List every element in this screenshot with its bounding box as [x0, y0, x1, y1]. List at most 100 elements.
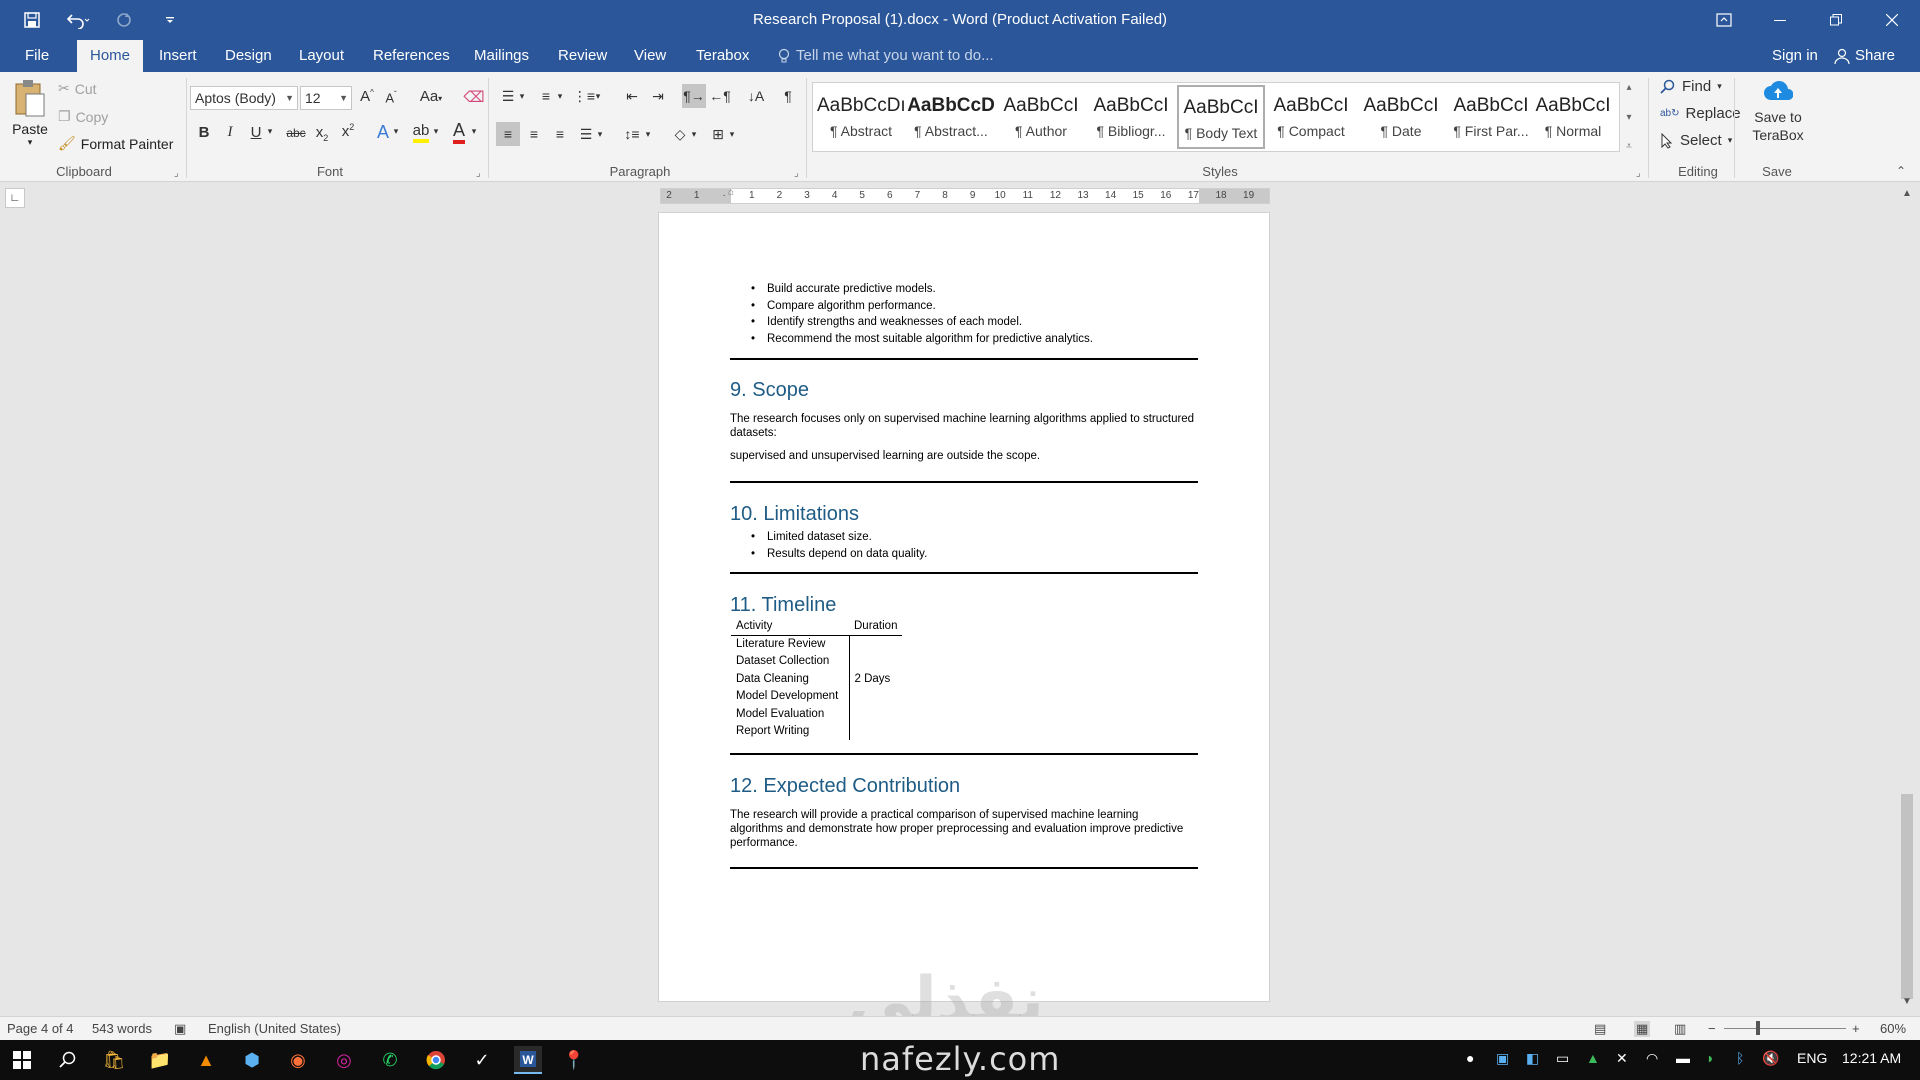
file-explorer-icon[interactable]: 📁 — [146, 1046, 174, 1074]
volume-muted-icon[interactable]: 🔇 — [1762, 1050, 1779, 1067]
windows-start-icon[interactable] — [8, 1046, 36, 1074]
print-layout-icon[interactable]: ▦ — [1634, 1021, 1651, 1037]
scroll-up-icon[interactable]: ▲ — [1902, 188, 1912, 199]
instagram-icon[interactable]: ◎ — [330, 1046, 358, 1074]
zoom-level[interactable]: 60% — [1880, 1021, 1906, 1036]
align-left-icon[interactable]: ≡ — [496, 122, 520, 146]
language-indicator[interactable]: English (United States) — [208, 1021, 341, 1036]
chevron-down-icon[interactable]: ▾ — [642, 122, 654, 146]
check-app-icon[interactable]: ✓ — [468, 1046, 496, 1074]
close-icon[interactable] — [1864, 0, 1920, 40]
paste-dropdown-icon[interactable]: ▾ — [8, 137, 52, 148]
grow-font-icon[interactable]: A^ — [356, 88, 378, 105]
tab-home[interactable]: Home — [77, 40, 144, 72]
indent-marker-icon[interactable]: ⌂ — [728, 187, 734, 198]
style-normal[interactable]: AaBbCcI ¶ Normal — [1529, 85, 1617, 149]
wifi-icon[interactable]: ◠ — [1646, 1050, 1658, 1067]
bluetooth-icon[interactable]: ᛒ — [1736, 1050, 1744, 1066]
more-styles-icon[interactable]: ⩡ — [1622, 141, 1636, 152]
strikethrough-icon[interactable]: abc — [283, 126, 309, 140]
format-painter-button[interactable]: 🖌 Format Painter — [58, 135, 173, 152]
ltr-direction-icon[interactable]: ¶→ — [682, 84, 706, 108]
store-icon[interactable]: 🛍 — [100, 1046, 128, 1074]
font-launcher-icon[interactable]: ⌟ — [476, 168, 481, 179]
word-icon[interactable]: W — [514, 1046, 542, 1074]
zoom-slider-thumb[interactable] — [1756, 1021, 1760, 1035]
document-page[interactable]: Build accurate predictive models. Compar… — [658, 212, 1270, 1002]
replace-button[interactable]: ab↻ Replace — [1660, 105, 1741, 122]
restore-icon[interactable] — [1808, 0, 1864, 40]
chevron-down-icon[interactable]: ▾ — [516, 84, 528, 108]
chevron-up-icon[interactable]: ▴ — [1622, 82, 1636, 93]
shrink-font-icon[interactable]: Aˇ — [380, 90, 402, 105]
tab-review[interactable]: Review — [545, 40, 620, 72]
tell-me-box[interactable]: Tell me what you want to do... — [778, 40, 994, 72]
styles-launcher-icon[interactable]: ⌟ — [1636, 168, 1641, 179]
align-right-icon[interactable]: ≡ — [548, 122, 572, 146]
style-bibliography[interactable]: AaBbCcI ¶ Bibliogr... — [1087, 85, 1175, 149]
page-count[interactable]: Page 4 of 4 — [7, 1021, 74, 1036]
chevron-down-icon[interactable]: ▾ — [468, 126, 480, 137]
clear-formatting-icon[interactable]: ⌫ — [463, 88, 485, 106]
chevron-down-icon[interactable]: ▾ — [430, 126, 442, 137]
tab-insert[interactable]: Insert — [146, 40, 210, 72]
superscript-icon[interactable]: x2 — [337, 122, 359, 140]
maps-pin-icon[interactable]: 📍 — [560, 1046, 588, 1074]
sign-in-link[interactable]: Sign in — [1772, 40, 1818, 72]
tray-app-icon[interactable]: ◧ — [1526, 1050, 1539, 1067]
minimize-icon[interactable] — [1752, 0, 1808, 40]
tab-file[interactable]: File — [12, 40, 62, 72]
highlight-icon[interactable]: ab — [410, 122, 432, 143]
word-count[interactable]: 543 words — [92, 1021, 152, 1036]
chevron-down-icon[interactable]: ▾ — [1717, 81, 1722, 92]
align-center-icon[interactable]: ≡ — [522, 122, 546, 146]
chevron-down-icon[interactable]: ▾ — [726, 122, 738, 146]
sort-icon[interactable]: ↓A — [744, 84, 768, 108]
vertical-scrollbar[interactable]: ▲ ▼ — [1898, 184, 1918, 1014]
web-layout-icon[interactable]: ▥ — [1674, 1021, 1686, 1037]
chevron-down-icon[interactable]: ▾ — [688, 122, 700, 146]
bold-icon[interactable]: B — [193, 124, 215, 141]
font-size-box[interactable]: 12 ▼ — [300, 86, 352, 110]
battery-icon[interactable]: ▭ — [1556, 1050, 1569, 1067]
share-button[interactable]: Share — [1834, 40, 1895, 72]
proofing-icon[interactable]: ▣ — [174, 1021, 186, 1037]
nvidia-icon[interactable]: ◗ — [1706, 1050, 1714, 1066]
tab-design[interactable]: Design — [212, 40, 285, 72]
chevron-down-icon[interactable]: ▾ — [592, 84, 604, 108]
style-first-paragraph[interactable]: AaBbCcI ¶ First Par... — [1447, 85, 1535, 149]
style-compact[interactable]: AaBbCcI ¶ Compact — [1267, 85, 1355, 149]
display-icon[interactable]: ▬ — [1676, 1050, 1690, 1066]
chevron-down-icon[interactable]: ▼ — [285, 87, 294, 109]
rtl-direction-icon[interactable]: ←¶ — [708, 84, 732, 108]
tab-mailings[interactable]: Mailings — [461, 40, 542, 72]
chrome-icon[interactable] — [422, 1046, 450, 1074]
chevron-down-icon[interactable]: ▼ — [339, 87, 348, 109]
chevron-down-icon[interactable]: ▾ — [1622, 112, 1636, 123]
italic-icon[interactable]: I — [219, 124, 241, 141]
firefox-icon[interactable]: ◉ — [284, 1046, 312, 1074]
style-abstract[interactable]: AaBbCcDı ¶ Abstract — [817, 85, 905, 149]
zoom-slider[interactable] — [1724, 1028, 1846, 1029]
zoom-in-icon[interactable]: + — [1852, 1021, 1860, 1036]
cut-button[interactable]: ✂ Cut — [58, 80, 97, 97]
change-case-icon[interactable]: Aa▾ — [414, 88, 448, 105]
network-off-icon[interactable]: ✕ — [1616, 1050, 1628, 1067]
vlc-icon[interactable]: ▲ — [192, 1046, 220, 1074]
whatsapp-icon[interactable]: ✆ — [376, 1046, 404, 1074]
copy-button[interactable]: ❐ Copy — [58, 108, 108, 125]
clipboard-launcher-icon[interactable]: ⌟ — [174, 168, 179, 179]
horizontal-ruler[interactable]: 2 1 · 1 2 3 4 5 6 7 8 9 10 11 12 13 14 15 16 17 18 19 ⌂ — [660, 187, 1270, 204]
find-button[interactable]: Find ▾ — [1660, 78, 1722, 95]
select-button[interactable]: Select ▾ — [1660, 132, 1732, 149]
chevron-down-icon[interactable]: ▾ — [594, 122, 606, 146]
paste-button[interactable]: Paste ▾ — [8, 78, 52, 148]
tab-references[interactable]: References — [360, 40, 463, 72]
scrollbar-thumb[interactable] — [1901, 794, 1913, 999]
app-shield-icon[interactable]: ⬢ — [238, 1046, 266, 1074]
style-body-text[interactable]: AaBbCcI ¶ Body Text — [1177, 85, 1265, 149]
tab-view[interactable]: View — [621, 40, 679, 72]
increase-indent-icon[interactable]: ⇥ — [646, 84, 670, 108]
input-language[interactable]: ENG — [1797, 1050, 1827, 1066]
subscript-icon[interactable]: x2 — [311, 124, 333, 143]
